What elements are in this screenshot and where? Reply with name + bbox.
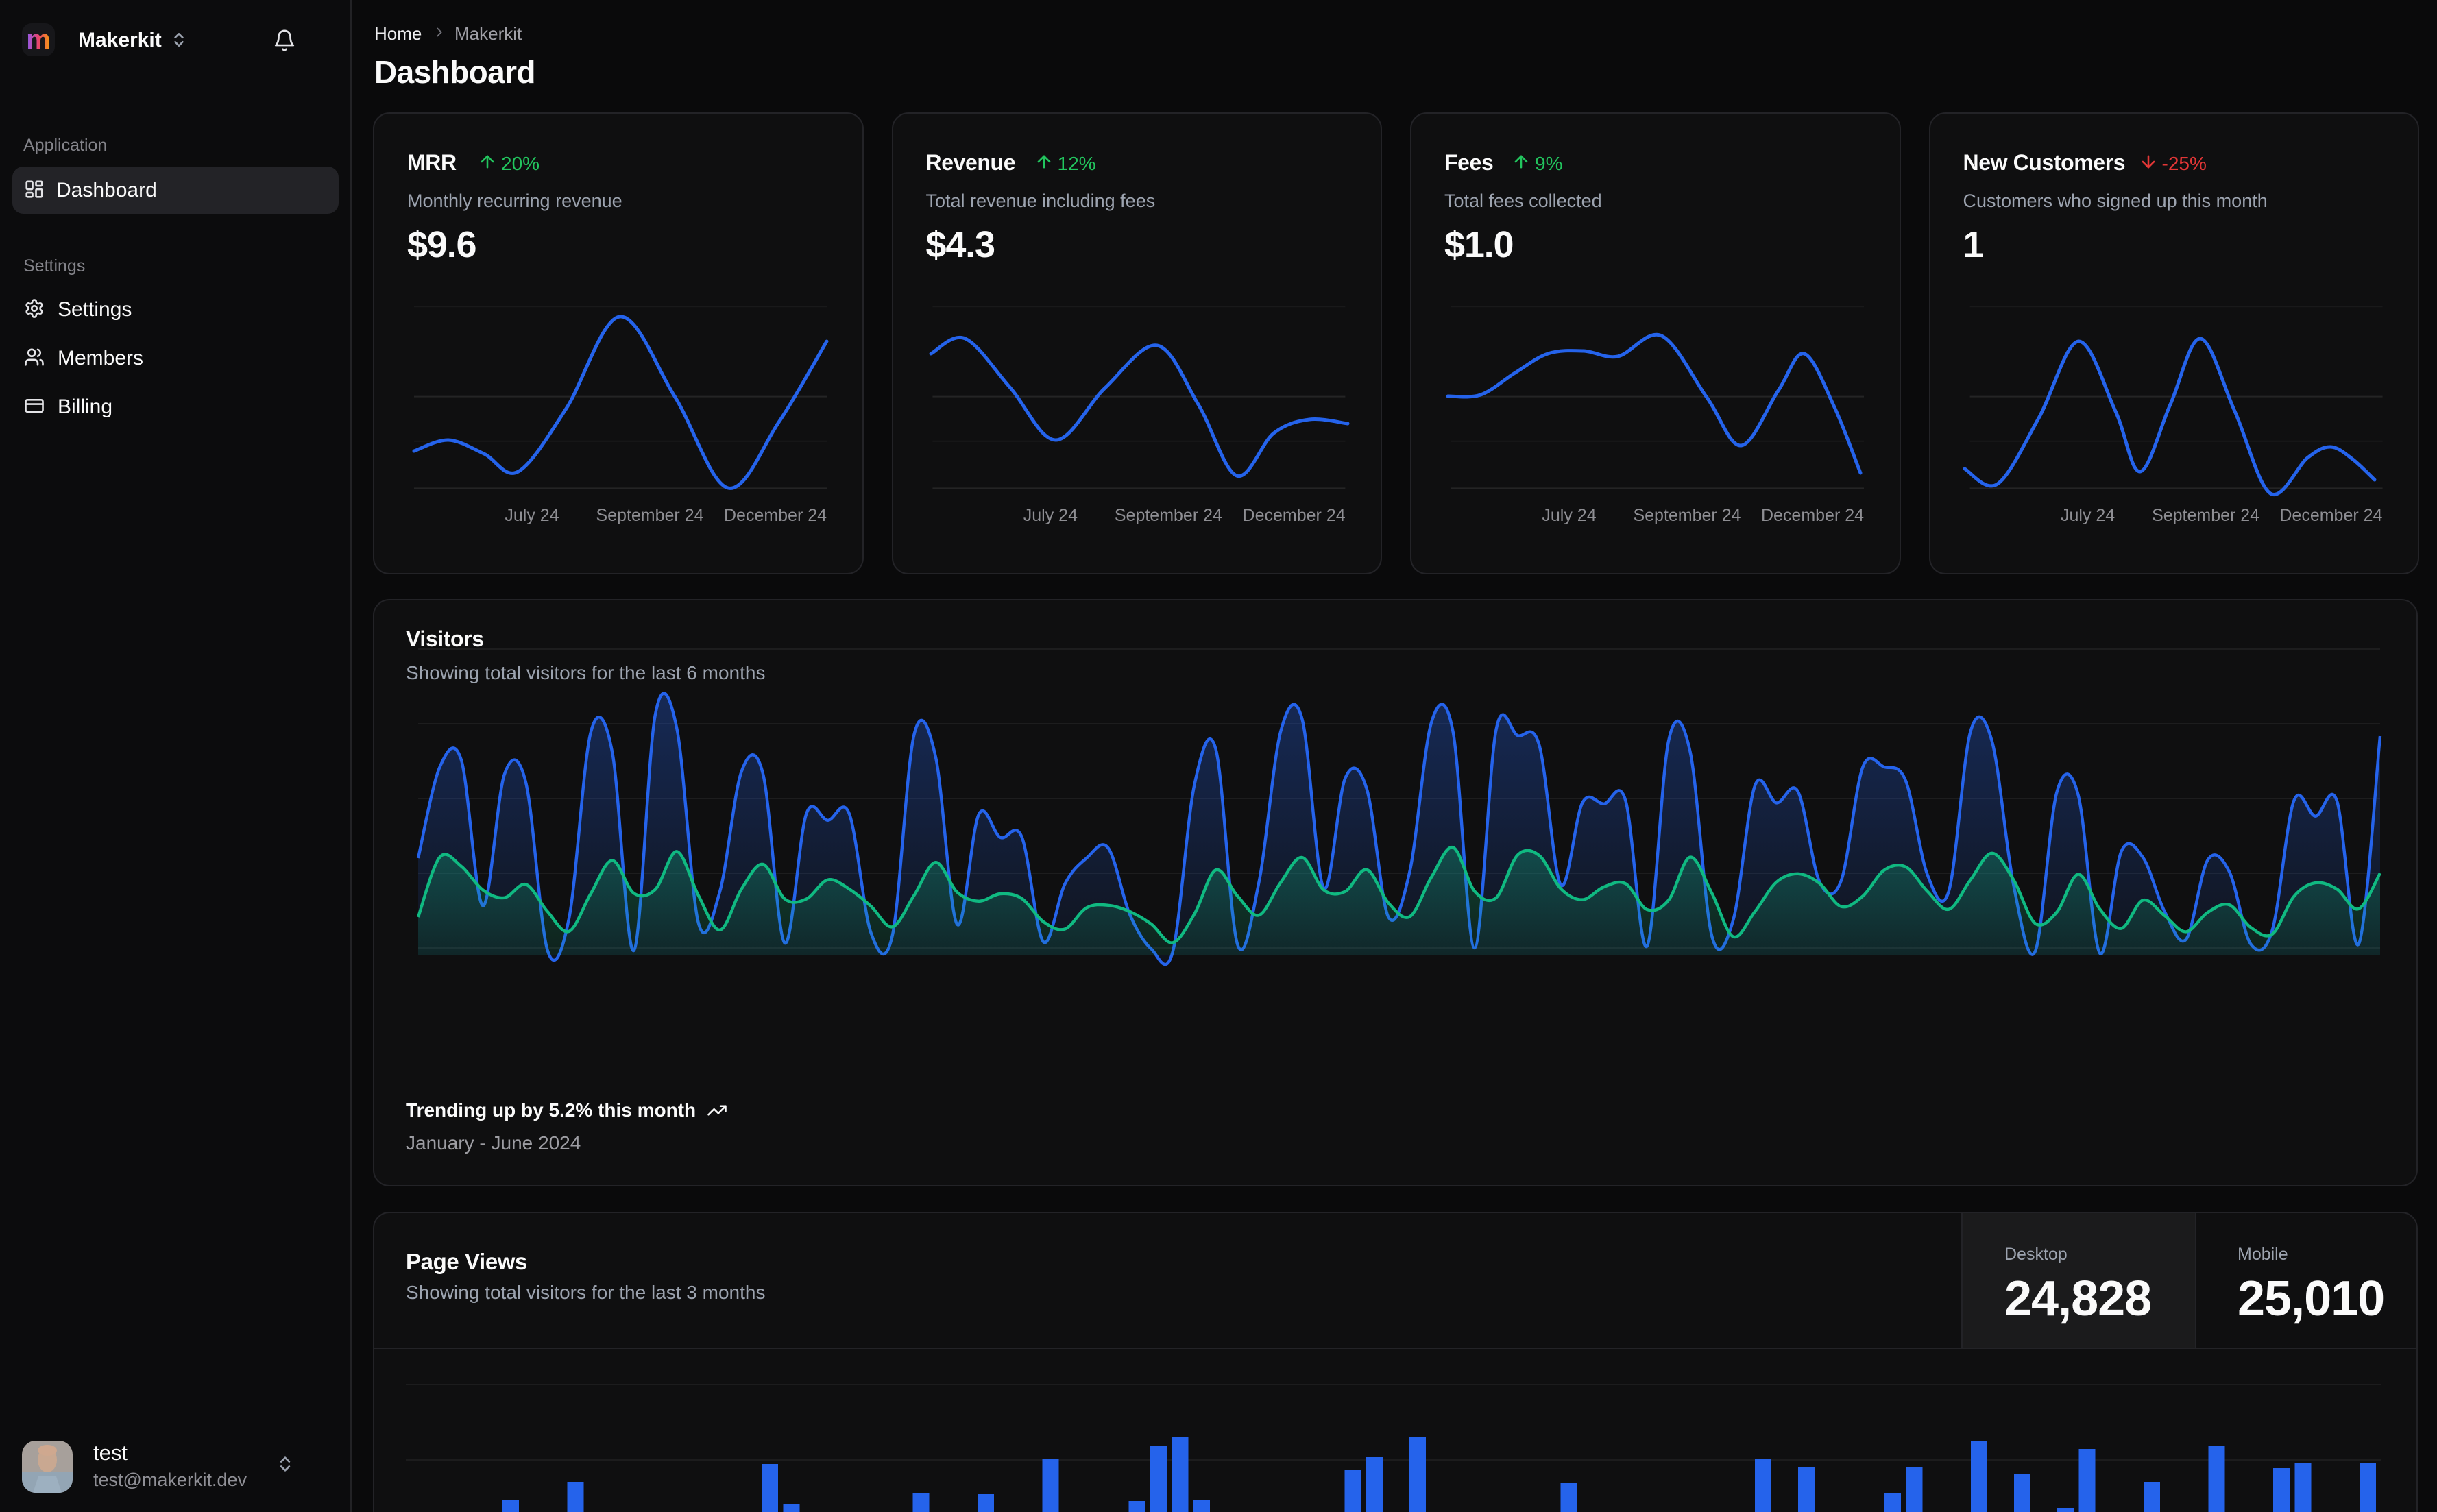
svg-text:m: m	[26, 25, 51, 55]
